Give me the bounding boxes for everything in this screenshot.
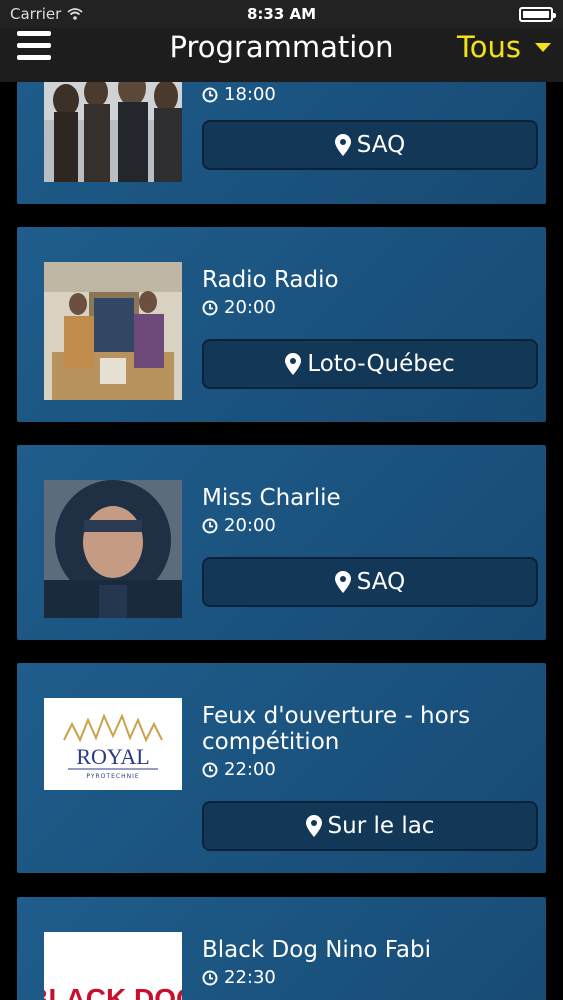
map-pin-icon xyxy=(285,353,302,375)
clock-icon xyxy=(202,87,218,102)
event-thumbnail xyxy=(44,262,182,400)
venue-button[interactable]: SAQ xyxy=(202,120,538,170)
event-time: 20:00 xyxy=(202,515,538,536)
event-time: 22:00 xyxy=(202,759,538,780)
event-list[interactable]: 18:00 SAQ Radio Radio 20:00 Loto-Québec … xyxy=(0,0,563,1000)
venue-label: SAQ xyxy=(356,569,406,595)
black-dog-poster: BLACK DOG xyxy=(44,932,182,1000)
event-time: 22:30 xyxy=(202,967,538,988)
portrait-photo-image xyxy=(44,480,182,618)
status-time: 8:33 AM xyxy=(246,5,317,23)
event-time-label: 20:00 xyxy=(224,297,276,318)
venue-label: Loto-Québec xyxy=(307,351,455,377)
venue-button[interactable]: SAQ xyxy=(202,557,538,607)
event-time: 20:00 xyxy=(202,297,538,318)
event-time-label: 22:30 xyxy=(224,967,276,988)
event-card[interactable]: ROYAL PYROTECHNIE Feux d'ouverture - hor… xyxy=(17,663,546,873)
event-time-label: 18:00 xyxy=(224,84,276,105)
navigation-bar: Programmation Tous xyxy=(0,28,563,82)
venue-label: Sur le lac xyxy=(327,813,435,839)
royal-logo-text: ROYAL xyxy=(76,744,149,769)
duo-photo-image xyxy=(44,262,182,400)
event-time-label: 22:00 xyxy=(224,759,276,780)
filter-label: Tous xyxy=(456,30,521,64)
caret-down-icon xyxy=(535,42,551,52)
map-pin-icon xyxy=(334,571,351,593)
royal-logo: ROYAL PYROTECHNIE xyxy=(44,698,182,790)
venue-button[interactable]: Loto-Québec xyxy=(202,339,538,389)
black-dog-logo-text: BLACK DOG xyxy=(44,983,182,1000)
event-card[interactable]: BLACK DOG Black Dog Nino Fabi 22:30 xyxy=(17,897,546,1000)
event-thumbnail: ROYAL PYROTECHNIE xyxy=(44,698,182,790)
filter-dropdown[interactable]: Tous xyxy=(457,30,551,64)
clock-icon xyxy=(202,300,218,315)
event-card[interactable]: Radio Radio 20:00 Loto-Québec xyxy=(17,227,546,422)
event-time: 18:00 xyxy=(202,84,538,105)
event-card[interactable]: Miss Charlie 20:00 SAQ xyxy=(17,445,546,640)
clock-icon xyxy=(202,518,218,533)
clock-icon xyxy=(202,970,218,985)
event-time-label: 20:00 xyxy=(224,515,276,536)
event-title: Feux d'ouverture - hors compétition xyxy=(202,703,471,755)
event-thumbnail xyxy=(44,480,182,618)
event-title: Black Dog Nino Fabi xyxy=(202,937,431,963)
map-pin-icon xyxy=(334,134,351,156)
venue-button[interactable]: Sur le lac xyxy=(202,801,538,851)
clock-icon xyxy=(202,762,218,777)
event-title: Miss Charlie xyxy=(202,485,341,511)
venue-label: SAQ xyxy=(356,132,406,158)
battery-icon xyxy=(519,6,556,22)
status-bar: Carrier 8:33 AM xyxy=(0,0,563,28)
event-thumbnail: BLACK DOG xyxy=(44,932,182,1000)
event-title: Radio Radio xyxy=(202,267,339,293)
royal-logo-subtext: PYROTECHNIE xyxy=(86,773,139,780)
map-pin-icon xyxy=(305,815,322,837)
